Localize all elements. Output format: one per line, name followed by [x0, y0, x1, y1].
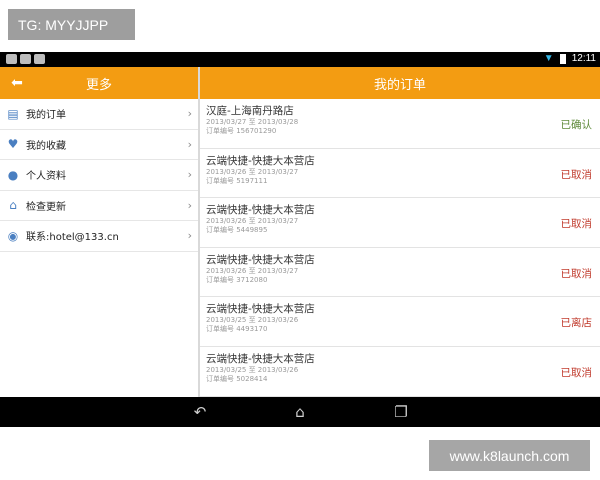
order-hotel-name: 汉庭-上海南丹路店: [206, 105, 294, 117]
order-status: 已确认: [560, 119, 593, 131]
order-status: 已取消: [560, 366, 593, 379]
order-hotel-name: 云端快捷-快捷大本营店: [206, 253, 315, 266]
order-hotel-name: 云端快捷-快捷大本营店: [206, 204, 315, 217]
order-row[interactable]: 云端快捷-快捷大本营店 2013/03/26 至 2013/03/27 订单编号…: [200, 149, 600, 199]
home-icon: ⌂: [9, 198, 17, 213]
orders-pane: 我的订单 汉庭-上海南丹路店 2013/03/27 至 2013/03/28 订…: [200, 67, 600, 397]
order-dates: 2013/03/26 至 2013/03/27: [206, 167, 299, 176]
order-hotel-name: 云端快捷-快捷大本营店: [206, 352, 315, 365]
system-nav-bar: ↶ ⌂ ❐: [0, 397, 600, 427]
order-dates: 2013/03/25 至 2013/03/26: [206, 365, 299, 374]
chat-icon: ◉: [7, 228, 19, 243]
sidebar-item-label: 个人资料: [26, 171, 66, 183]
clock: 12:11: [571, 53, 596, 64]
chevron-right-icon: ›: [187, 137, 192, 151]
order-number: 订单编号 3712080: [206, 275, 268, 284]
back-arrow-icon[interactable]: ⬅: [8, 75, 26, 91]
document-icon: ▤: [7, 106, 19, 121]
status-bar: ▼ 12:11: [0, 52, 600, 67]
sidebar-header: ⬅ 更多: [0, 67, 198, 99]
order-number: 订单编号 4493170: [206, 325, 268, 334]
order-number: 订单编号 156701290: [206, 127, 277, 135]
notification-icons: [6, 54, 45, 64]
order-row[interactable]: 汉庭-上海南丹路店 2013/03/27 至 2013/03/28 订单编号 1…: [200, 99, 600, 149]
notification-icon: [34, 54, 45, 64]
nav-back-icon[interactable]: ↶: [187, 403, 213, 421]
chevron-right-icon: ›: [187, 229, 192, 242]
order-row[interactable]: 云端快捷-快捷大本营店 2013/03/25 至 2013/03/26 订单编号…: [200, 347, 600, 397]
sidebar-item-label: 我的收藏: [26, 140, 66, 152]
sidebar-item-label: 我的订单: [26, 110, 66, 122]
sidebar-item-check-update[interactable]: ⌂ 检查更新 ›: [0, 191, 198, 221]
nav-recent-apps-icon[interactable]: ❐: [388, 403, 414, 421]
order-number: 订单编号 5028414: [206, 374, 268, 383]
order-status: 已取消: [560, 218, 593, 231]
sidebar-item-profile[interactable]: ● 个人资料 ›: [0, 160, 198, 191]
order-number: 订单编号 5197111: [206, 176, 268, 185]
order-status: 已取消: [560, 267, 593, 280]
order-row[interactable]: 云端快捷-快捷大本营店 2013/03/25 至 2013/03/26 订单编号…: [200, 297, 600, 347]
chevron-right-icon: ›: [187, 198, 192, 212]
sidebar-item-contact[interactable]: ◉ 联系:hotel@133.cn ›: [0, 221, 198, 252]
app-window: ⬅ 更多 ▤ 我的订单 › ♥ 我的收藏 › ● 个人资料 › ⌂ 检查更新 ›…: [0, 67, 600, 397]
status-indicators: ▼ 12:11: [544, 53, 596, 64]
chevron-right-icon: ›: [187, 168, 192, 181]
heart-icon: ♥: [7, 137, 19, 152]
orders-title: 我的订单: [200, 67, 600, 99]
order-status: 已离店: [560, 317, 593, 330]
chevron-right-icon: ›: [187, 107, 192, 120]
order-number: 订单编号 5449895: [206, 226, 268, 235]
watermark: www.k8launch.com: [429, 440, 590, 471]
order-dates: 2013/03/26 至 2013/03/27: [206, 266, 299, 275]
nav-home-icon[interactable]: ⌂: [287, 403, 313, 421]
battery-icon: [559, 53, 566, 64]
sidebar-title: 更多: [85, 77, 112, 93]
order-dates: 2013/03/27 至 2013/03/28: [206, 118, 299, 126]
order-status: 已取消: [560, 168, 593, 181]
sidebar-item-my-orders[interactable]: ▤ 我的订单 ›: [0, 99, 198, 130]
notification-icon: [6, 54, 17, 64]
order-hotel-name: 云端快捷-快捷大本营店: [206, 303, 315, 316]
wifi-icon: ▼: [543, 53, 554, 64]
order-row[interactable]: 云端快捷-快捷大本营店 2013/03/26 至 2013/03/27 订单编号…: [200, 248, 600, 298]
sidebar-item-label: 检查更新: [26, 201, 66, 213]
order-dates: 2013/03/26 至 2013/03/27: [206, 217, 299, 226]
overlay-badge: TG: MYYJJPP: [8, 9, 135, 40]
sidebar-item-label: 联系:hotel@133.cn: [26, 232, 119, 244]
sidebar-item-favorites[interactable]: ♥ 我的收藏 ›: [0, 130, 198, 160]
person-icon: ●: [7, 167, 19, 182]
sidebar: ⬅ 更多 ▤ 我的订单 › ♥ 我的收藏 › ● 个人资料 › ⌂ 检查更新 ›…: [0, 67, 198, 397]
order-row[interactable]: 云端快捷-快捷大本营店 2013/03/26 至 2013/03/27 订单编号…: [200, 198, 600, 248]
order-hotel-name: 云端快捷-快捷大本营店: [206, 154, 315, 167]
notification-icon: [20, 54, 31, 64]
